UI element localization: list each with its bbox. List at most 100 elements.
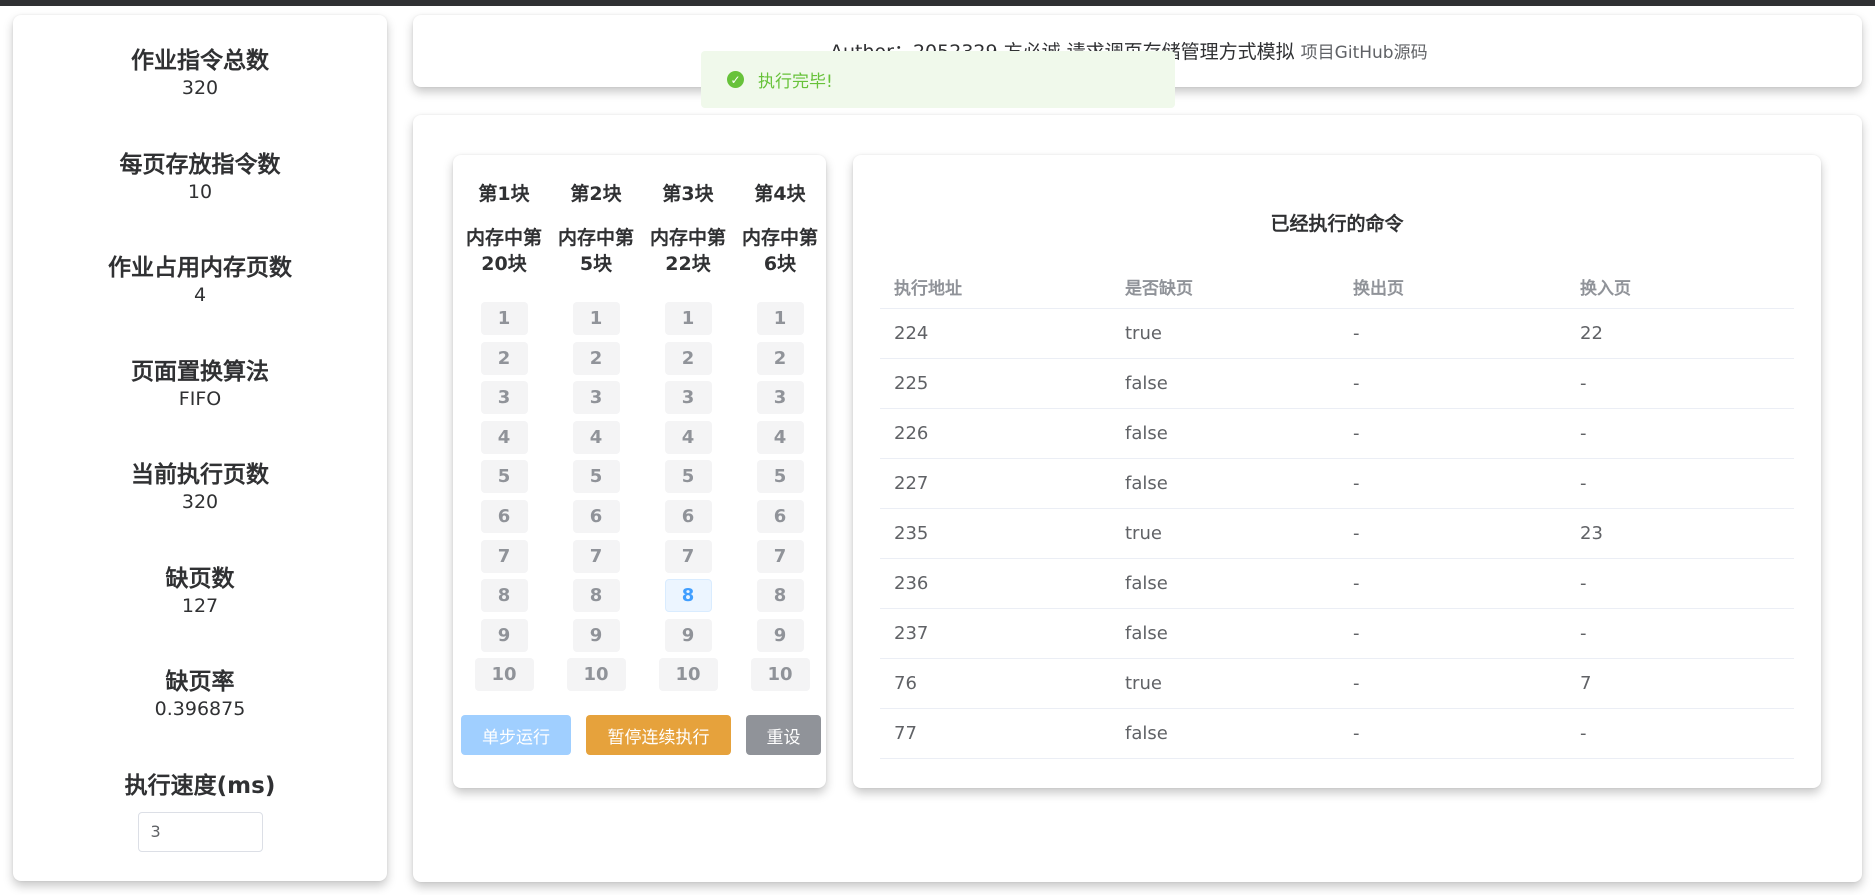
page-slot: 4 xyxy=(572,420,620,454)
page-slot: 5 xyxy=(572,460,620,494)
table-cell: - xyxy=(1353,473,1360,494)
github-link[interactable]: 项目GitHub源码 xyxy=(1301,43,1428,63)
column-header: 是否缺页 xyxy=(1125,279,1193,299)
block-memory-location: 内存中第5块 xyxy=(557,227,634,275)
stat-label: 页面置换算法 xyxy=(131,358,269,385)
column-header: 换入页 xyxy=(1580,279,1631,299)
speed-input[interactable] xyxy=(137,811,263,852)
stat-instructions-per-page: 每页存放指令数 10 xyxy=(13,119,387,223)
table-cell: - xyxy=(1580,423,1587,444)
page-slot: 7 xyxy=(756,539,804,573)
page-slot: 2 xyxy=(756,341,804,375)
table-cell: 236 xyxy=(894,573,929,594)
table-cell: 23 xyxy=(1580,523,1603,544)
stat-label: 作业占用内存页数 xyxy=(108,255,292,281)
stat-value: FIFO xyxy=(178,387,222,410)
table-row: 226 false - - xyxy=(880,409,1794,459)
page-slot: 2 xyxy=(664,341,712,375)
table-cell: - xyxy=(1580,373,1587,394)
table-cell: false xyxy=(1125,473,1168,494)
table-cell: - xyxy=(1353,623,1360,644)
page-slot-active: 8 xyxy=(664,579,712,613)
table-cell: false xyxy=(1125,423,1168,444)
stat-value: 4 xyxy=(193,284,207,306)
stat-label: 缺页率 xyxy=(165,669,235,695)
page-slot: 9 xyxy=(572,618,620,652)
table-cell: 225 xyxy=(894,373,929,394)
page-slot: 1 xyxy=(480,302,528,335)
table-header-row: 执行地址 是否缺页 换出页 换入页 xyxy=(880,265,1794,309)
table-cell: 22 xyxy=(1580,323,1603,344)
check-circle-icon: ✓ xyxy=(727,71,744,88)
block-memory-location: 内存中第22块 xyxy=(649,227,726,275)
table-row: 237 false - - xyxy=(880,609,1794,659)
page-slot: 4 xyxy=(756,420,804,454)
table-cell: - xyxy=(1353,373,1360,394)
stat-value: 320 xyxy=(181,491,219,513)
page-slot: 9 xyxy=(480,618,528,652)
table-cell: false xyxy=(1125,573,1168,594)
stat-page-faults: 缺页数 127 xyxy=(13,533,387,637)
stat-memory-pages: 作业占用内存页数 4 xyxy=(13,222,387,326)
table-cell: 226 xyxy=(894,423,929,444)
stat-current-page: 当前执行页数 320 xyxy=(13,429,387,533)
stat-value: 127 xyxy=(181,594,219,617)
table-cell: - xyxy=(1353,423,1360,444)
page-slot: 1 xyxy=(664,302,712,335)
table-row: 77 false - - xyxy=(880,709,1794,759)
stat-value: 0.396875 xyxy=(154,698,246,720)
page-slot: 2 xyxy=(480,341,528,375)
stat-value: 320 xyxy=(181,77,219,99)
table-row: 76 true - 7 xyxy=(880,659,1794,709)
table-cell: true xyxy=(1125,673,1162,694)
table-cell: 237 xyxy=(894,623,929,644)
table-row: 224 true - 22 xyxy=(880,309,1794,359)
stat-replacement-algorithm: 页面置换算法 FIFO xyxy=(13,326,387,430)
page-slot: 1 xyxy=(572,302,620,335)
table-body: 224 true - 22 225 false - - 226 false - - 227 false - -… xyxy=(880,309,1794,759)
pause-continuous-button[interactable]: 暂停连续执行 xyxy=(586,715,731,755)
toast-message: 执行完毕! xyxy=(758,72,833,92)
page-slot: 6 xyxy=(480,500,528,533)
stat-label: 当前执行页数 xyxy=(131,462,269,488)
page-slot: 9 xyxy=(756,618,804,652)
table-cell: - xyxy=(1353,323,1360,344)
page-slot: 3 xyxy=(572,381,620,415)
executed-commands-title: 已经执行的命令 xyxy=(1270,213,1404,235)
page-slot: 3 xyxy=(756,381,804,415)
page-slot: 4 xyxy=(664,420,712,454)
page-slot: 1 xyxy=(756,302,804,335)
page-slot: 9 xyxy=(664,618,712,652)
page-slot: 7 xyxy=(664,539,712,573)
stat-label: 每页存放指令数 xyxy=(119,151,281,178)
table-cell: 77 xyxy=(894,723,917,744)
table-row: 235 true - 23 xyxy=(880,509,1794,559)
table-cell: 7 xyxy=(1580,673,1592,694)
page-slot: 7 xyxy=(572,539,620,573)
executed-commands-card: 已经执行的命令 执行地址 是否缺页 换出页 换入页 224 true - 22 225 f… xyxy=(853,155,1821,788)
page-slot: 5 xyxy=(664,460,712,494)
page-slot: 6 xyxy=(664,500,712,533)
table-row: 225 false - - xyxy=(880,359,1794,409)
table-cell: - xyxy=(1353,673,1360,694)
reset-button[interactable]: 重设 xyxy=(746,715,821,755)
table-cell: 227 xyxy=(894,473,929,494)
stat-label: 执行速度(ms) xyxy=(124,772,276,799)
page-slot: 10 xyxy=(658,658,718,692)
table-cell: 224 xyxy=(894,323,929,344)
table-cell: false xyxy=(1125,373,1168,394)
step-run-button[interactable]: 单步运行 xyxy=(461,715,571,755)
table-cell: - xyxy=(1353,523,1360,544)
table-row: 227 false - - xyxy=(880,459,1794,509)
stats-panel: 作业指令总数 320 每页存放指令数 10 作业占用内存页数 4 页面置换算法 … xyxy=(13,15,387,881)
success-toast: ✓ 执行完毕! xyxy=(701,51,1175,108)
table-cell: false xyxy=(1125,623,1168,644)
block-title: 第3块 xyxy=(662,183,714,205)
block-title: 第1块 xyxy=(478,183,530,205)
table-cell: true xyxy=(1125,523,1162,544)
page-slot: 3 xyxy=(664,381,712,415)
page-slot: 8 xyxy=(480,579,528,613)
table-cell: - xyxy=(1353,573,1360,594)
page-slot: 6 xyxy=(572,500,620,533)
stat-value: 10 xyxy=(187,180,213,203)
